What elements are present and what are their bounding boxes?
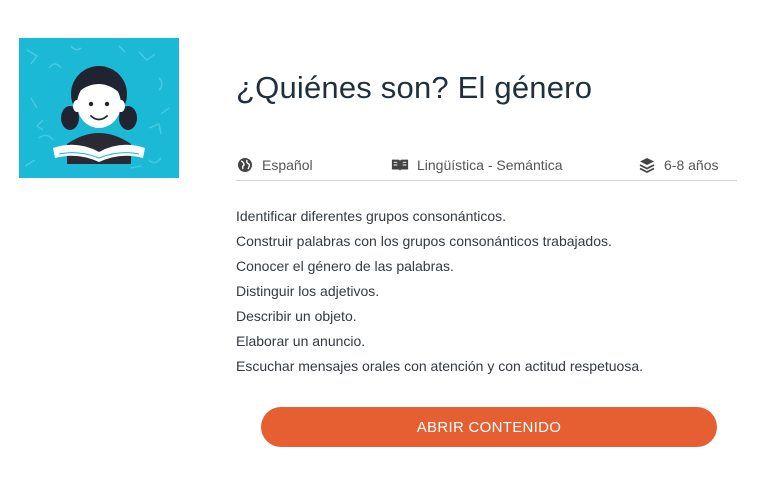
content-title: ¿Quiénes son? El género bbox=[236, 70, 593, 105]
book-icon bbox=[391, 156, 409, 174]
meta-area: Lingüística - Semántica bbox=[391, 156, 563, 174]
objective-item: Construir palabras con los grupos conson… bbox=[236, 233, 612, 249]
objectives-list: Identificar diferentes grupos consonánti… bbox=[236, 204, 643, 379]
meta-area-label: Lingüística - Semántica bbox=[417, 157, 563, 173]
objective-item: Describir un objeto. bbox=[236, 308, 357, 324]
content-thumbnail bbox=[19, 38, 179, 178]
meta-language: Español bbox=[236, 156, 313, 174]
meta-age: 6-8 años bbox=[638, 156, 718, 174]
objective-item: Identificar diferentes grupos consonánti… bbox=[236, 208, 507, 224]
layers-icon bbox=[638, 156, 656, 174]
meta-age-label: 6-8 años bbox=[664, 157, 719, 173]
content-meta-bar: Español Lingüística - Semántica 6-8 años bbox=[236, 150, 737, 181]
content-card: ¿Quiénes son? El género Español Lingüíst… bbox=[0, 0, 778, 491]
objective-item: Distinguir los adjetivos. bbox=[236, 283, 380, 299]
open-content-button[interactable]: ABRIR CONTENIDO bbox=[261, 407, 717, 447]
objective-item: Conocer el género de las palabras. bbox=[236, 258, 454, 274]
globe-icon bbox=[236, 156, 254, 174]
objective-item: Elaborar un anuncio. bbox=[236, 333, 366, 349]
meta-language-label: Español bbox=[262, 157, 313, 173]
objective-item: Escuchar mensajes orales con atención y … bbox=[236, 358, 644, 374]
